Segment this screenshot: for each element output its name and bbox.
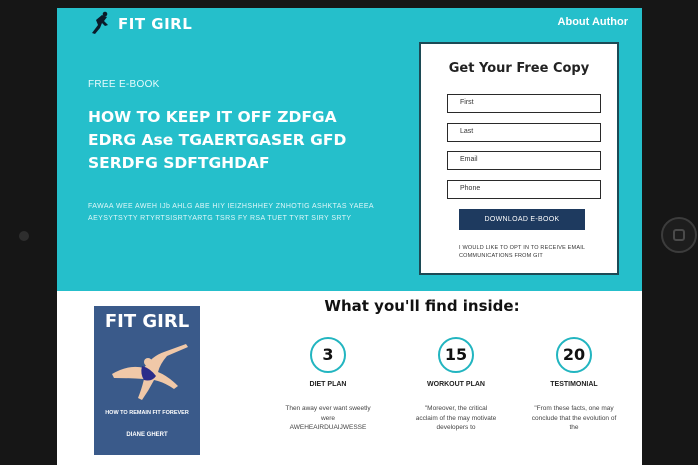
stat-number: 15 bbox=[438, 337, 474, 373]
stat-workout-plan: 15 WORKOUT PLAN "Moreover, the critical … bbox=[396, 337, 516, 433]
landing-page: FIT GIRL About Author FREE E-BOOK HOW TO… bbox=[57, 8, 642, 465]
hero-eyebrow: FREE E-BOOK bbox=[88, 79, 160, 90]
brand-logo[interactable]: FIT GIRL bbox=[88, 11, 192, 37]
signup-form: Get Your Free Copy First Last Email Phon… bbox=[419, 42, 619, 275]
last-name-input[interactable]: Last bbox=[447, 123, 601, 142]
stat-testimonial: 20 TESTIMONIAL "From these facts, one ma… bbox=[514, 337, 634, 433]
form-title: Get Your Free Copy bbox=[448, 61, 590, 76]
download-ebook-button[interactable]: DOWNLOAD E-BOOK bbox=[459, 209, 585, 230]
book-author: DIANE GHERT bbox=[126, 432, 168, 438]
stat-description: Then away ever want sweetly were AWEHEAI… bbox=[285, 405, 371, 431]
hero-headline: HOW TO KEEP IT OFF ZDFGA EDRG Ase TGAERT… bbox=[88, 108, 347, 172]
hero-section: FIT GIRL About Author FREE E-BOOK HOW TO… bbox=[57, 8, 642, 291]
stat-label: TESTIMONIAL bbox=[550, 381, 598, 388]
camera-icon bbox=[19, 231, 29, 241]
consent-text: I WOULD LIKE TO OPT IN TO RECEIVE EMAIL … bbox=[459, 245, 585, 259]
home-square-icon bbox=[673, 229, 685, 241]
brand-name: FIT GIRL bbox=[118, 15, 193, 33]
stat-label: WORKOUT PLAN bbox=[427, 381, 485, 388]
tablet-frame: FIT GIRL About Author FREE E-BOOK HOW TO… bbox=[0, 0, 698, 465]
stat-number: 20 bbox=[556, 337, 592, 373]
stat-number: 3 bbox=[310, 337, 346, 373]
email-input[interactable]: Email bbox=[447, 151, 601, 170]
inside-title: What you'll find inside: bbox=[324, 297, 520, 315]
home-button[interactable] bbox=[661, 217, 697, 253]
first-name-input[interactable]: First bbox=[447, 94, 601, 113]
stat-label: DIET PLAN bbox=[309, 381, 347, 388]
dancer-silhouette-icon bbox=[112, 344, 188, 400]
book-cover: FIT GIRL HOW TO REMAIN FIT FOREVER DIANE… bbox=[94, 306, 200, 455]
stat-description: "Moreover, the critical acclaim of the m… bbox=[415, 405, 497, 431]
phone-input[interactable]: Phone bbox=[447, 180, 601, 199]
stat-diet-plan: 3 DIET PLAN Then away ever want sweetly … bbox=[268, 337, 388, 433]
book-subtitle: HOW TO REMAIN FIT FOREVER bbox=[105, 410, 189, 416]
stat-description: "From these facts, one may conclude that… bbox=[531, 405, 617, 431]
about-author-link[interactable]: About Author bbox=[558, 16, 628, 28]
runner-logo-icon bbox=[92, 11, 108, 34]
hero-description: FAWAA WEE AWEH IJb AHLG ABE HIY IEIZHSHH… bbox=[88, 203, 374, 222]
book-title: FIT GIRL bbox=[104, 311, 190, 332]
